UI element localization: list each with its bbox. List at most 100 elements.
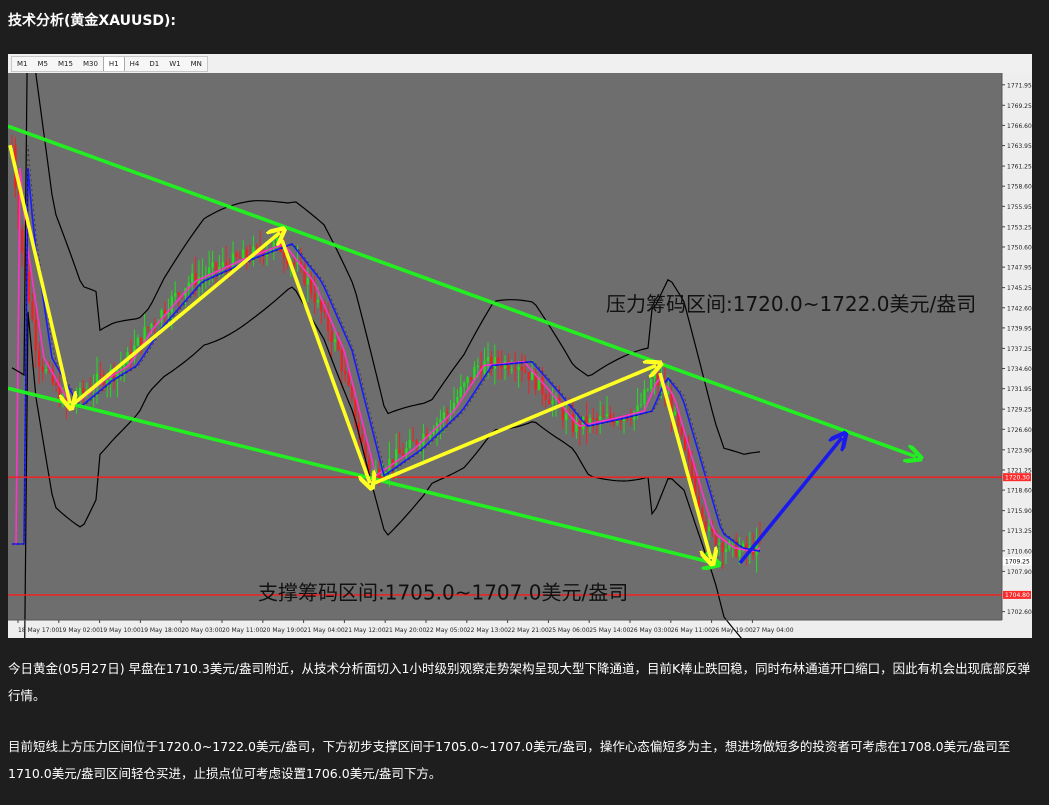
candle-body <box>330 330 333 342</box>
price-tick-label: 1747.95 <box>1007 265 1032 272</box>
candle-body <box>527 371 530 381</box>
time-tick-label: 22 May 05:00 <box>426 627 467 634</box>
price-tick-label: 1769.25 <box>1007 103 1032 110</box>
timeframe-button-m30[interactable]: M30 <box>78 57 103 71</box>
candle-body <box>514 369 517 371</box>
candle-body <box>41 366 44 372</box>
candle-body <box>293 262 296 265</box>
candle-body <box>44 369 48 372</box>
time-tick-label: 25 May 14:00 <box>589 627 630 634</box>
candle-body <box>646 389 649 391</box>
candle-body <box>466 376 469 383</box>
candle-body <box>333 339 337 342</box>
candle-body <box>140 337 143 345</box>
candle-body <box>245 249 248 258</box>
time-tick-label: 26 May 19:00 <box>712 627 753 634</box>
candle-body <box>517 366 520 371</box>
candle-body <box>449 411 452 413</box>
time-tick-label: 27 May 04:00 <box>752 627 793 634</box>
price-tick-label: 1753.25 <box>1007 224 1032 231</box>
price-tick-label: 1707.90 <box>1007 569 1032 576</box>
price-tick-label: 1723.90 <box>1007 447 1032 454</box>
candle-body <box>313 292 316 303</box>
candle-body <box>476 365 479 368</box>
candle-body <box>738 548 741 557</box>
price-tag-label: 1720.30 <box>1005 474 1030 481</box>
timeframe-button-w1[interactable]: W1 <box>164 57 185 71</box>
price-tick-label: 1739.95 <box>1007 325 1032 332</box>
candle-body <box>442 412 445 419</box>
candle-body <box>653 374 656 379</box>
candle-body <box>456 396 459 403</box>
candlestick-plot: 压力筹码区间:1720.0~1722.0美元/盎司支撑筹码区间:1705.0~1… <box>8 73 1032 638</box>
candle-body <box>483 361 486 374</box>
candle-body <box>629 419 632 421</box>
timeframe-button-m15[interactable]: M15 <box>53 57 78 71</box>
candle-body <box>690 460 694 479</box>
price-tick-label: 1755.95 <box>1007 204 1032 211</box>
candle-body <box>82 388 85 393</box>
timeframe-button-h1[interactable]: H1 <box>102 57 125 71</box>
price-tick-label: 1702.60 <box>1007 609 1032 616</box>
candle-body <box>561 406 564 421</box>
candle-body <box>605 414 609 417</box>
candle-body <box>221 261 224 267</box>
price-tick-label: 1726.60 <box>1007 427 1032 434</box>
candle-body <box>177 292 180 295</box>
price-tick-label: 1715.90 <box>1007 508 1032 515</box>
candle-body <box>316 299 320 303</box>
candle-body <box>650 378 653 390</box>
candle-body <box>636 405 639 412</box>
candle-body <box>595 418 598 421</box>
candle-body <box>235 253 238 257</box>
candle-body <box>493 357 496 369</box>
analysis-paragraph-1: 今日黄金(05月27日) 早盘在1710.3美元/盎司附近，从技术分析面切入1小… <box>8 661 1031 703</box>
price-tag-label: 1704.80 <box>1005 592 1030 599</box>
price-tick-label: 1742.60 <box>1007 305 1032 312</box>
candle-body <box>371 472 374 475</box>
price-tick-label: 1761.25 <box>1007 164 1032 171</box>
candle-body <box>724 548 728 553</box>
candle-body <box>721 542 724 553</box>
candle-body <box>27 271 31 302</box>
time-tick-label: 20 May 03:00 <box>181 627 222 634</box>
candle-body <box>459 386 462 397</box>
timeframe-button-m5[interactable]: M5 <box>33 57 54 71</box>
timeframe-button-h4[interactable]: H4 <box>125 57 145 71</box>
candle-body <box>619 420 622 422</box>
price-tick-label: 1729.25 <box>1007 407 1032 414</box>
candle-body <box>500 365 503 369</box>
timeframe-button-m1[interactable]: M1 <box>12 57 33 71</box>
candle-body <box>150 323 153 328</box>
candle-body <box>31 301 34 320</box>
candle-body <box>520 366 524 371</box>
timeframe-button-d1[interactable]: D1 <box>144 57 164 71</box>
candle-body <box>170 296 173 313</box>
time-tick-label: 22 May 21:00 <box>508 627 549 634</box>
time-tick-label: 26 May 03:00 <box>630 627 671 634</box>
price-tick-label: 1718.60 <box>1007 488 1032 495</box>
candle-body <box>602 416 605 418</box>
time-tick-label: 22 May 13:00 <box>467 627 508 634</box>
price-tick-label: 1731.95 <box>1007 386 1032 393</box>
candle-body <box>412 439 415 442</box>
time-tick-label: 26 May 11:00 <box>671 627 712 634</box>
timeframe-button-mn[interactable]: MN <box>186 57 207 71</box>
candle-body <box>643 389 646 405</box>
candle-body <box>551 400 554 405</box>
time-tick-label: 21 May 04:00 <box>304 627 345 634</box>
candle-body <box>510 369 513 371</box>
candle-body <box>463 382 466 387</box>
price-tick-label: 1737.25 <box>1007 346 1032 353</box>
candle-body <box>214 262 218 271</box>
candle-body <box>446 412 449 414</box>
candle-body <box>55 383 58 386</box>
time-tick-label: 21 May 20:00 <box>385 627 426 634</box>
time-tick-label: 19 May 02:00 <box>59 627 100 634</box>
candle-body <box>340 350 343 372</box>
candle-body <box>544 394 547 400</box>
time-tick-label: 19 May 10:00 <box>100 627 141 634</box>
support-annotation: 支撑筹码区间:1705.0~1707.0美元/盎司 <box>258 580 628 604</box>
candle-body <box>146 327 150 329</box>
candle-body <box>548 399 551 405</box>
